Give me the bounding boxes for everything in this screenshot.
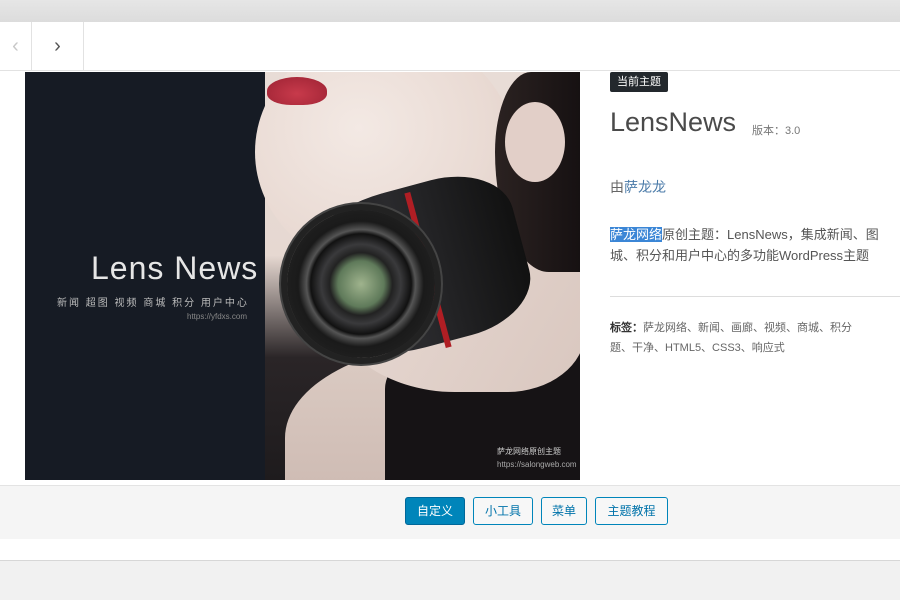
theme-tags: 标签：萨龙网络、新闻、画廊、视频、商城、积分 题、干净、HTML5、CSS3、响… [610, 318, 900, 358]
divider [610, 296, 900, 297]
menus-button[interactable]: 菜单 [541, 497, 587, 525]
browser-top-bar [0, 0, 900, 23]
customize-button[interactable]: 自定义 [405, 497, 465, 525]
tags-label: 标签： [610, 322, 643, 334]
theme-actions: 自定义 小工具 菜单 主题教程 [0, 485, 900, 539]
previous-theme-button[interactable]: ‹ [0, 22, 32, 70]
chevron-left-icon: ‹ [12, 34, 19, 57]
screenshot-title: Lens News [91, 250, 259, 286]
author-link[interactable]: 萨龙龙 [624, 179, 666, 195]
description-highlight[interactable]: 萨龙网络 [610, 227, 663, 242]
widgets-button[interactable]: 小工具 [473, 497, 533, 525]
screenshot-subtitle: 新闻 超图 视频 商城 积分 用户中心 [57, 298, 249, 309]
theme-tutorial-button[interactable]: 主题教程 [595, 497, 668, 525]
screenshot-url: https://yfdxs.com [187, 312, 248, 321]
tags-line2: 题、干净、HTML5、CSS3、响应式 [610, 342, 785, 354]
screenshot-watermark-url: https://salongweb.com [497, 460, 577, 469]
screenshot-watermark: 萨龙网络原创主题 [497, 447, 561, 456]
theme-author: 由萨龙龙 [610, 177, 666, 197]
next-theme-button[interactable]: › [32, 22, 84, 70]
theme-name: LensNews [610, 107, 737, 137]
camera-lens-graphic [287, 210, 435, 358]
tags-line1: 萨龙网络、新闻、画廊、视频、商城、积分 [643, 322, 852, 334]
current-theme-badge: 当前主题 [610, 72, 668, 92]
lips-graphic [267, 77, 327, 105]
theme-version: 版本：3.0 [752, 125, 801, 137]
theme-screenshot: Lens News 新闻 超图 视频 商城 积分 用户中心 https://yf… [25, 72, 580, 480]
modal-header: ‹ › [0, 22, 900, 71]
description-line2: 城、积分和用户中心的多功能WordPress主题 [610, 248, 870, 263]
description-line1: 原创主题：LensNews，集成新闻、图 [662, 227, 879, 242]
theme-description: 萨龙网络原创主题：LensNews，集成新闻、图 城、积分和用户中心的多功能Wo… [610, 224, 900, 266]
author-prefix: 由 [610, 179, 624, 195]
chevron-right-icon: › [54, 34, 61, 57]
